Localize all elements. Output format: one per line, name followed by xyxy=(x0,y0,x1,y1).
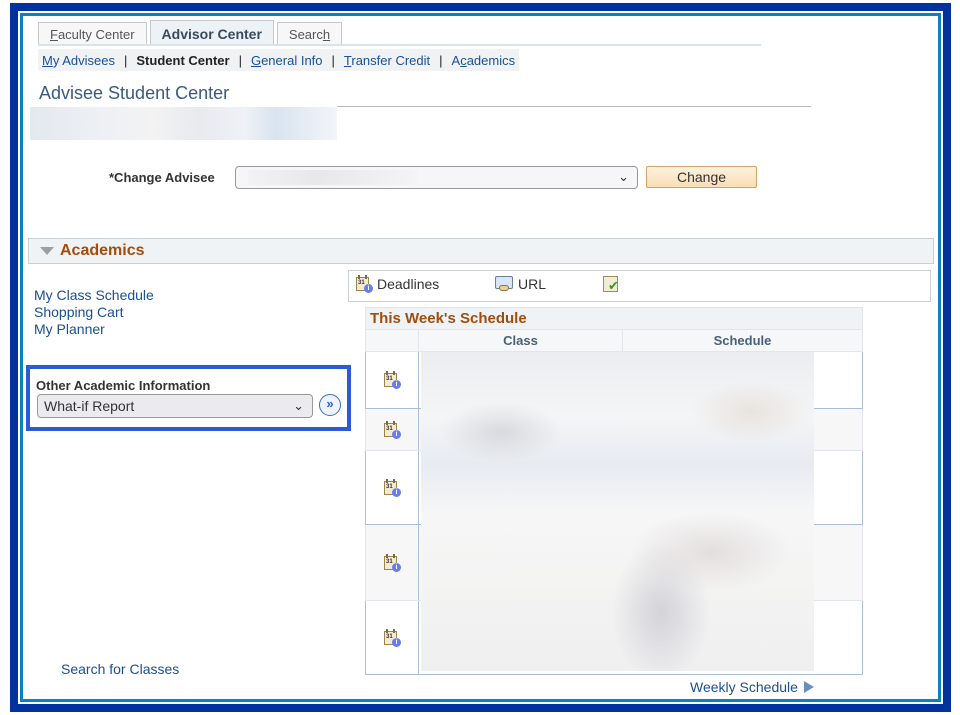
subnav-academics[interactable]: Academics xyxy=(452,53,516,68)
double-chevron-right-icon: » xyxy=(326,396,334,411)
schedule-header-row: Class Schedule xyxy=(365,329,863,352)
academics-section-header[interactable]: Academics xyxy=(28,238,934,264)
shopping-cart-link[interactable]: Shopping Cart xyxy=(34,304,154,321)
deadlines-link[interactable]: 31 i Deadlines xyxy=(355,275,439,293)
academics-links: My Class Schedule Shopping Cart My Plann… xyxy=(34,287,154,338)
weekly-schedule-label: Weekly Schedule xyxy=(690,679,798,695)
search-for-classes-link[interactable]: Search for Classes xyxy=(61,661,179,677)
redacted-schedule-content xyxy=(421,352,814,671)
other-academic-info-select[interactable]: What-if Report ⌄ xyxy=(37,394,313,418)
class-details-icon[interactable]: 31 i xyxy=(383,371,401,389)
other-academic-info-highlight: Other Academic Information What-if Repor… xyxy=(26,365,351,431)
subnav-student-center: Student Center xyxy=(136,52,230,68)
sub-navigation: My Advisees | Student Center | General I… xyxy=(38,49,520,71)
go-button[interactable]: » xyxy=(319,394,341,416)
other-academic-info-value: What-if Report xyxy=(44,398,135,414)
change-advisee-label: *Change Advisee xyxy=(109,170,215,185)
subnav-transfer-credit[interactable]: Transfer Credit xyxy=(344,53,430,68)
advisee-select[interactable]: ⌄ xyxy=(235,166,638,189)
class-details-icon[interactable]: 31 i xyxy=(383,420,401,439)
subnav-separator: | xyxy=(439,52,443,68)
url-label: URL xyxy=(518,276,547,292)
schedule-title: This Week's Schedule xyxy=(365,307,863,329)
deadlines-label: Deadlines xyxy=(377,276,440,292)
redacted-advisee-value xyxy=(248,170,418,185)
column-header-icon xyxy=(366,330,419,351)
redacted-student-name xyxy=(30,107,337,140)
weekly-schedule-link[interactable]: Weekly Schedule xyxy=(690,679,814,695)
other-academic-info-label: Other Academic Information xyxy=(36,378,211,393)
change-button[interactable]: Change xyxy=(646,166,757,188)
url-link[interactable]: URL xyxy=(494,275,546,293)
column-header-class: Class xyxy=(419,330,623,351)
subnav-general-info[interactable]: General Info xyxy=(251,53,323,68)
class-details-icon[interactable]: 31 i xyxy=(383,553,401,572)
subnav-separator: | xyxy=(124,52,128,68)
academics-section-title: Academics xyxy=(60,242,145,259)
url-icon xyxy=(494,275,514,293)
play-arrow-icon xyxy=(803,681,814,693)
column-header-schedule: Schedule xyxy=(713,333,772,348)
checklist-link[interactable]: ✔ xyxy=(602,275,620,293)
calendar-info-icon: 31 i xyxy=(355,275,373,293)
tab-underline xyxy=(38,44,761,46)
academics-toolbar: 31 i Deadlines URL ✔ xyxy=(348,270,931,302)
checklist-icon: ✔ xyxy=(602,275,620,293)
chevron-down-icon: ⌄ xyxy=(618,169,629,184)
collapse-triangle-icon xyxy=(40,247,54,255)
my-planner-link[interactable]: My Planner xyxy=(34,321,154,338)
tab-advisor-center[interactable]: Advisor Center xyxy=(149,20,274,46)
tab-faculty-center[interactable]: Faculty Center xyxy=(38,22,147,46)
my-class-schedule-link[interactable]: My Class Schedule xyxy=(34,287,154,304)
class-details-icon[interactable]: 31 i xyxy=(383,478,401,497)
subnav-separator: | xyxy=(331,52,335,68)
tab-search[interactable]: Search xyxy=(276,22,343,46)
title-divider xyxy=(337,106,811,107)
subnav-my-advisees[interactable]: My Advisees xyxy=(42,53,115,68)
class-details-icon[interactable]: 31 i xyxy=(383,628,401,647)
top-tabs: Faculty Center Advisor Center Search xyxy=(38,20,345,46)
chevron-down-icon: ⌄ xyxy=(293,398,304,413)
subnav-separator: | xyxy=(238,52,242,68)
page-title: Advisee Student Center xyxy=(39,83,230,103)
